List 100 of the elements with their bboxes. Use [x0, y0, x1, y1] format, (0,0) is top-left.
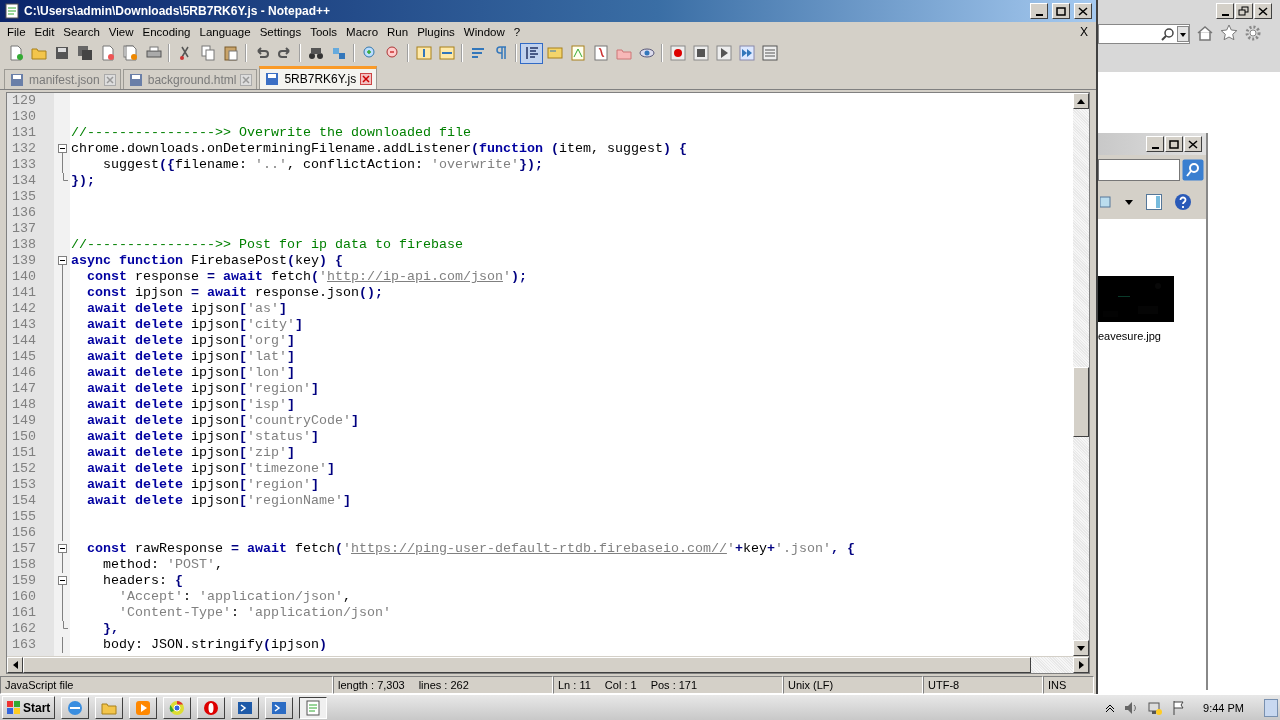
code-line: await delete ipjson['as']	[86, 301, 287, 317]
fold-end-line	[63, 173, 68, 181]
line-number: 141	[11, 285, 37, 301]
menu-item[interactable]: Search	[58, 26, 104, 38]
code-line: await delete ipjson['regionName']	[86, 493, 351, 509]
status-text: INS	[1048, 679, 1067, 691]
clock[interactable]: 9:44 PM	[1203, 701, 1244, 714]
maximize-button[interactable]	[1052, 3, 1070, 19]
fold-toggle-icon[interactable]	[57, 573, 67, 589]
search-field[interactable]	[1098, 159, 1180, 181]
fold-toggle-icon[interactable]	[57, 541, 67, 557]
close-button[interactable]	[1074, 3, 1092, 19]
menu-item[interactable]: Macro	[341, 26, 383, 38]
status-text: Ln : 11	[558, 679, 591, 691]
line-number: 135	[11, 189, 37, 205]
line-number: 154	[11, 493, 37, 509]
line-number: 153	[11, 477, 37, 493]
search-icon[interactable]	[1161, 27, 1175, 41]
vertical-scrollbar[interactable]	[1073, 93, 1089, 656]
line-number: 136	[11, 205, 37, 221]
close-icon[interactable]	[360, 73, 373, 85]
media-player-icon	[135, 699, 152, 716]
minimize-button[interactable]	[1146, 136, 1164, 152]
code-line: });	[70, 173, 95, 189]
opera-icon	[203, 699, 220, 716]
terminal-icon	[271, 699, 288, 716]
fold-toggle-icon[interactable]	[57, 141, 67, 157]
star-icon[interactable]	[1220, 24, 1238, 42]
line-number: 129	[11, 93, 37, 109]
chevron-up-icon[interactable]	[1105, 702, 1116, 713]
scroll-right-button[interactable]	[1073, 657, 1089, 673]
settings-icon[interactable]	[1244, 24, 1262, 42]
fold-line	[61, 637, 63, 653]
address-field[interactable]	[1098, 24, 1190, 44]
menu-item[interactable]: File	[2, 26, 30, 38]
menu-item[interactable]: View	[103, 26, 138, 38]
line-number: 155	[11, 509, 37, 525]
menu-item[interactable]: Edit	[29, 26, 59, 38]
code-line: const response = await fetch('http://ip-api.com/json');	[86, 269, 527, 285]
chrome-icon	[169, 699, 186, 716]
scroll-up-button[interactable]	[1073, 93, 1089, 109]
line-number: 152	[11, 461, 37, 477]
record-icon	[669, 45, 686, 61]
menu-item[interactable]: Plugins	[412, 26, 459, 38]
search-icon[interactable]	[1182, 159, 1204, 181]
line-number: 138	[11, 237, 37, 253]
start-button[interactable]: Start	[2, 696, 56, 719]
scroll-left-button[interactable]	[7, 657, 23, 673]
line-number: 134	[11, 173, 37, 189]
show-desktop-icon[interactable]	[1264, 698, 1278, 717]
code-line: 'Content-Type': 'application/json'	[118, 605, 391, 621]
window-title: C:\Users\admin\Downloads\5RB7RK6Y.js - Notepad++	[24, 4, 332, 18]
code-line: await delete ipjson['countryCode']	[86, 413, 359, 429]
code-link[interactable]: https://ping-user-default-rtdb.firebaseio.com//	[351, 541, 727, 556]
play-icon	[715, 45, 732, 61]
status-text: lines : 262	[418, 679, 469, 691]
preview-pane-icon[interactable]	[1146, 194, 1162, 210]
close-document-button[interactable]: X	[1080, 25, 1094, 39]
dropdown-icon[interactable]	[1177, 26, 1189, 42]
minimize-button[interactable]	[1030, 3, 1048, 19]
binoculars-icon	[307, 45, 324, 61]
menu-item[interactable]: Settings	[254, 26, 306, 38]
help-icon[interactable]	[1174, 193, 1192, 211]
fold-toggle-icon[interactable]	[57, 253, 67, 269]
right-arrow-icon	[1078, 661, 1084, 669]
menu-item[interactable]: Window	[458, 26, 509, 38]
restore-button[interactable]	[1235, 3, 1253, 19]
maximize-icon	[1168, 138, 1180, 150]
line-number: 140	[11, 269, 37, 285]
line-number: 131	[11, 125, 37, 141]
close-button[interactable]	[1184, 136, 1202, 152]
code-line: 'Accept': 'application/json',	[118, 589, 351, 605]
line-number: 137	[11, 221, 37, 237]
code-editor[interactable]	[6, 92, 1090, 674]
network-icon[interactable]	[1147, 699, 1164, 716]
home-icon[interactable]	[1196, 24, 1214, 42]
menu-item[interactable]: Tools	[305, 26, 342, 38]
code-link[interactable]: http://ip-api.com/json	[327, 269, 503, 284]
minimize-button[interactable]	[1216, 3, 1234, 19]
status-text: UTF-8	[928, 679, 960, 691]
maximize-button[interactable]	[1165, 136, 1183, 152]
line-number: 132	[11, 141, 37, 157]
menu-item[interactable]: Encoding	[137, 26, 195, 38]
code-line: await delete ipjson['region']	[86, 477, 319, 493]
scroll-thumb[interactable]	[1073, 367, 1089, 437]
disks-icon	[76, 45, 93, 61]
file-tab[interactable]: 5RB7RK6Y.js	[259, 66, 378, 89]
line-number: 151	[11, 445, 37, 461]
close-button[interactable]	[1254, 3, 1272, 19]
taskbar-app[interactable]	[299, 696, 328, 719]
code-line: async function FirebasePost(key) {	[70, 253, 343, 269]
line-number: 148	[11, 397, 37, 413]
code-line: const rawResponse = await fetch('https://ping-user-default-rtdb.firebaseio.com//'+key+'.json', {	[86, 541, 855, 557]
status-text: Col : 1	[604, 679, 637, 691]
toolbar-button[interactable]	[520, 42, 543, 64]
menu-item[interactable]: Run	[382, 26, 413, 38]
caret-icon[interactable]	[1124, 198, 1134, 206]
menu-item[interactable]: Language	[194, 26, 255, 38]
scroll-down-button[interactable]	[1073, 640, 1089, 656]
menu-item[interactable]: ?	[508, 26, 525, 38]
